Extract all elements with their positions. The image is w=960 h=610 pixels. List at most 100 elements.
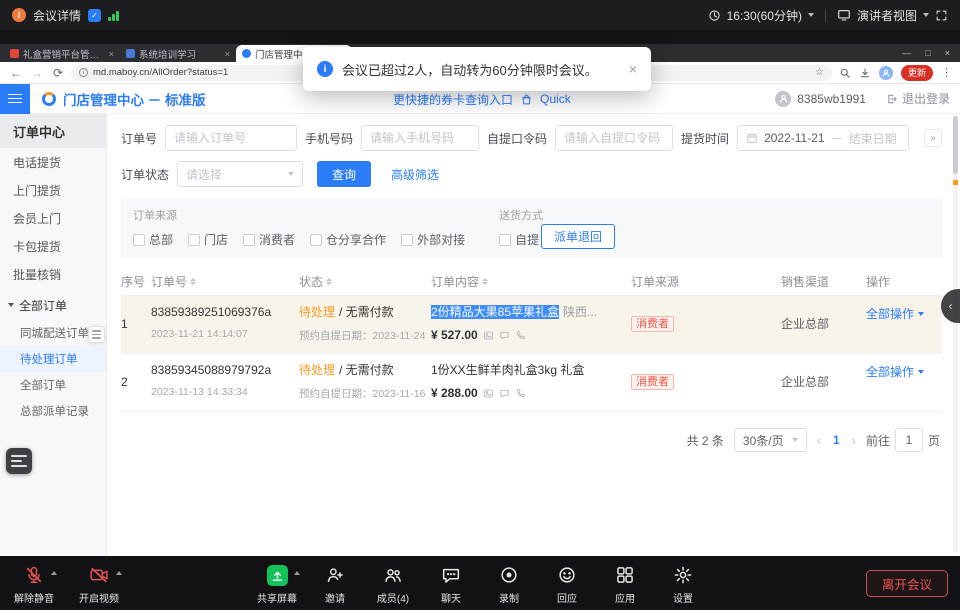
download-icon[interactable] xyxy=(859,67,871,79)
reload-button[interactable]: ⟳ xyxy=(50,67,66,79)
all-actions-dropdown[interactable]: 全部操作 xyxy=(866,363,936,380)
reaction-button[interactable]: 回应 xyxy=(541,562,593,605)
members-button[interactable]: 成员(4) xyxy=(367,562,419,605)
order-status-select[interactable]: 请选择 xyxy=(177,161,303,187)
sort-icon[interactable] xyxy=(482,278,488,286)
sidebar-item-phone-pickup[interactable]: 电话提货 xyxy=(0,148,106,176)
date-range-picker[interactable]: 2022-11-21 － 结束日期 xyxy=(737,125,909,151)
browser-tab[interactable]: 系统培训学习 × xyxy=(120,45,236,62)
window-maximize-button[interactable]: □ xyxy=(925,48,930,58)
date-end-placeholder[interactable]: 结束日期 xyxy=(849,130,897,147)
apps-button[interactable]: 应用 xyxy=(599,562,651,605)
window-close-button[interactable]: × xyxy=(945,48,950,58)
back-button[interactable]: ← xyxy=(8,67,24,79)
sort-icon[interactable] xyxy=(326,278,332,286)
site-info-icon[interactable]: i xyxy=(79,68,88,77)
delivery-option-pickup[interactable]: 自提 xyxy=(499,231,539,248)
toast-close-icon[interactable]: × xyxy=(629,61,637,77)
meeting-detail-label[interactable]: 会议详情 xyxy=(33,7,81,24)
source-option-hq[interactable]: 总部 xyxy=(133,231,173,248)
sidebar-item-door-pickup[interactable]: 上门提货 xyxy=(0,176,106,204)
page-scrollbar[interactable] xyxy=(953,116,958,552)
sidebar-sub-all-orders[interactable]: 全部订单 xyxy=(0,372,106,398)
logout-button[interactable]: 退出登录 xyxy=(886,90,950,107)
source-option-coop[interactable]: 仓分享合作 xyxy=(310,231,386,248)
quick-link[interactable]: Quick xyxy=(540,92,571,106)
checkbox[interactable] xyxy=(243,234,255,246)
search-icon[interactable] xyxy=(839,67,851,79)
phone-icon[interactable] xyxy=(515,388,526,399)
all-actions-dropdown[interactable]: 全部操作 xyxy=(866,305,936,322)
phone-icon[interactable] xyxy=(515,330,526,341)
floating-toolbar-button[interactable] xyxy=(6,448,32,474)
window-minimize-button[interactable]: — xyxy=(902,48,911,58)
meeting-timer[interactable]: 16:30(60分钟) xyxy=(727,7,802,24)
username[interactable]: 8385wb1991 xyxy=(797,92,866,106)
browser-tab[interactable]: 礼盒营销平台管理中心 × xyxy=(4,45,120,62)
order-no-input[interactable] xyxy=(165,125,297,151)
search-button[interactable]: 查询 xyxy=(317,161,371,187)
hamburger-menu-button[interactable] xyxy=(0,84,30,114)
checkbox[interactable] xyxy=(188,234,200,246)
message-icon[interactable] xyxy=(499,388,510,399)
profile-avatar-icon[interactable] xyxy=(879,66,893,80)
sidebar-group-all-orders[interactable]: 全部订单 xyxy=(0,290,106,320)
prev-page-button[interactable]: ‹ xyxy=(817,433,821,448)
dispatch-return-button[interactable]: 派单退回 xyxy=(541,224,615,249)
meeting-info-icon[interactable]: i xyxy=(12,8,26,22)
tab-close-icon[interactable]: × xyxy=(109,49,114,59)
checkbox[interactable] xyxy=(499,234,511,246)
current-page[interactable]: 1 xyxy=(831,433,842,447)
page-size-select[interactable]: 30条/页 xyxy=(734,428,807,452)
share-screen-button[interactable]: 共享屏幕 xyxy=(251,562,303,605)
video-options-caret[interactable] xyxy=(116,571,122,575)
tab-close-icon[interactable]: × xyxy=(225,49,230,59)
user-avatar-icon[interactable] xyxy=(775,91,791,107)
settings-button[interactable]: 设置 xyxy=(657,562,709,605)
source-option-store[interactable]: 门店 xyxy=(188,231,228,248)
message-icon[interactable] xyxy=(499,330,510,341)
pickup-code-input[interactable] xyxy=(555,125,673,151)
source-option-consumer[interactable]: 消费者 xyxy=(243,231,295,248)
view-mode-caret-icon[interactable] xyxy=(923,13,929,17)
scrollbar-thumb[interactable] xyxy=(953,116,958,174)
col-status[interactable]: 状态 xyxy=(299,273,431,290)
image-icon[interactable] xyxy=(483,330,494,341)
browser-update-button[interactable]: 更新 xyxy=(901,65,933,81)
view-mode-label[interactable]: 演讲者视图 xyxy=(857,7,917,24)
sidebar-item-card-pickup[interactable]: 卡包提货 xyxy=(0,232,106,260)
timer-caret-icon[interactable] xyxy=(808,13,814,17)
sidebar-sub-pending-orders[interactable]: 待处理订单 xyxy=(0,346,106,372)
unmute-button[interactable]: 解除静音 xyxy=(8,562,60,605)
checkbox[interactable] xyxy=(401,234,413,246)
sidebar-sub-hq-dispatch[interactable]: 总部派单记录 xyxy=(0,398,106,424)
col-order-no[interactable]: 订单号 xyxy=(151,273,299,290)
coupon-query-link[interactable]: 更快捷的券卡查询入口 xyxy=(393,91,513,108)
goto-page-input[interactable] xyxy=(895,428,923,452)
advanced-filter-link[interactable]: 高级筛选 xyxy=(391,166,439,183)
col-content[interactable]: 订单内容 xyxy=(431,273,631,290)
sidebar-item-batch-verify[interactable]: 批量核销 xyxy=(0,260,106,288)
mic-options-caret[interactable] xyxy=(51,571,57,575)
sidebar-drag-handle[interactable] xyxy=(88,326,105,343)
forward-button[interactable]: → xyxy=(29,67,45,79)
fullscreen-icon[interactable] xyxy=(935,9,948,22)
table-row[interactable]: 1 83859389251069376a 2023-11-21 14:14:07… xyxy=(121,296,942,354)
record-button[interactable]: 录制 xyxy=(483,562,535,605)
sidebar-section-order-center[interactable]: 订单中心 xyxy=(0,114,106,148)
sidebar-item-member-visit[interactable]: 会员上门 xyxy=(0,204,106,232)
next-page-button[interactable]: › xyxy=(852,433,856,448)
image-icon[interactable] xyxy=(483,388,494,399)
checkbox[interactable] xyxy=(133,234,145,246)
security-shield-icon[interactable]: ✓ xyxy=(88,9,101,22)
checkbox[interactable] xyxy=(310,234,322,246)
sort-icon[interactable] xyxy=(190,278,196,286)
start-video-button[interactable]: 开启视频 xyxy=(73,562,125,605)
source-option-external[interactable]: 外部对接 xyxy=(401,231,465,248)
bookmark-star-icon[interactable]: ☆ xyxy=(815,67,824,78)
share-options-caret[interactable] xyxy=(294,571,300,575)
leave-meeting-button[interactable]: 离开会议 xyxy=(866,570,948,597)
invite-button[interactable]: 邀请 xyxy=(309,562,361,605)
phone-input[interactable] xyxy=(361,125,479,151)
date-start-value[interactable]: 2022-11-21 xyxy=(764,131,825,145)
